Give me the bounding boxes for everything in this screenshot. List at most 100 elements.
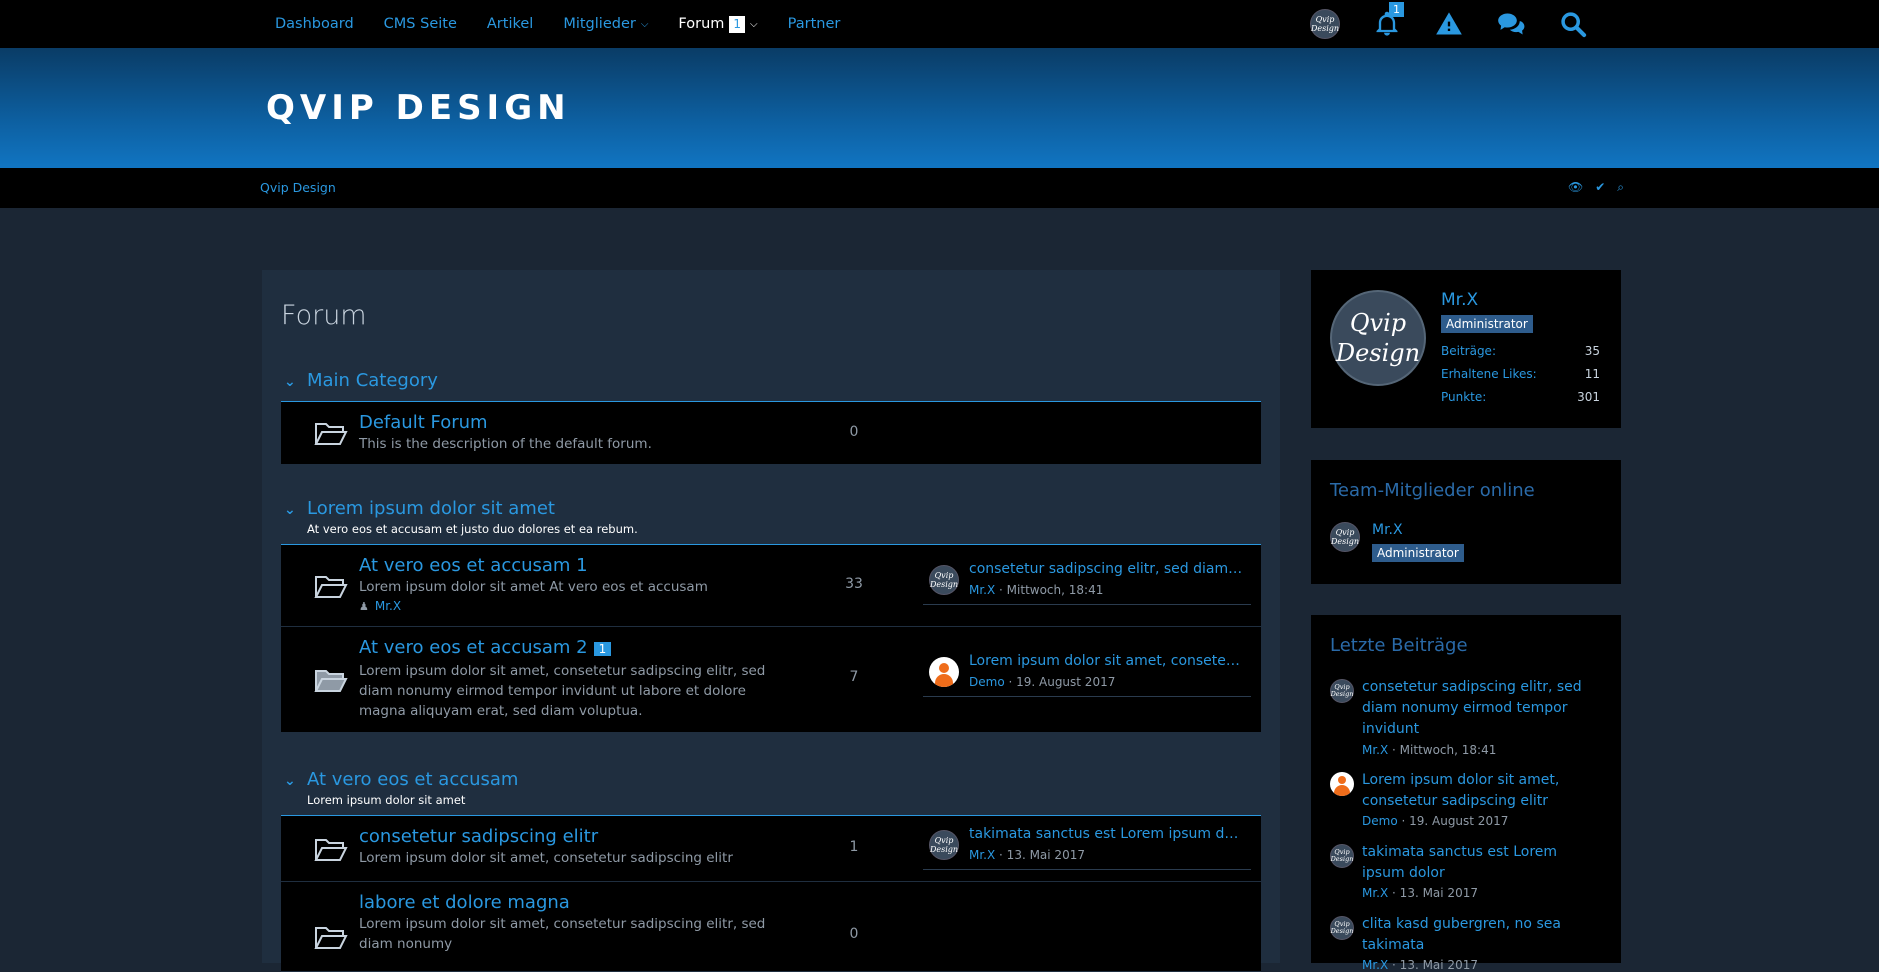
- rss-icon[interactable]: ⌕: [1617, 180, 1624, 195]
- forum-category: ⌄ Lorem ipsum dolor sit amet At vero eos…: [281, 498, 1261, 733]
- category-header[interactable]: ⌄ Main Category: [281, 370, 1261, 398]
- chevron-down-icon[interactable]: ⌄: [284, 374, 296, 390]
- stat-label[interactable]: Beiträge:: [1441, 344, 1496, 358]
- last-post-author[interactable]: Demo: [969, 675, 1005, 689]
- board-description: Lorem ipsum dolor sit amet, consetetur s…: [359, 663, 766, 719]
- nav-dashboard[interactable]: Dashboard: [275, 16, 354, 32]
- category-header[interactable]: ⌄ Lorem ipsum dolor sit amet At vero eos…: [281, 498, 1261, 540]
- last-post-time: · 19. August 2017: [1004, 675, 1116, 689]
- avatar[interactable]: [929, 657, 959, 687]
- avatar[interactable]: Qvip Design: [929, 830, 959, 860]
- avatar[interactable]: Qvip Design: [1330, 916, 1354, 940]
- stat-label[interactable]: Erhaltene Likes:: [1441, 367, 1537, 381]
- nav-label: Artikel: [486, 16, 534, 32]
- stat-value: 35: [1584, 344, 1600, 358]
- post-author[interactable]: Mr.X: [1362, 958, 1388, 972]
- post-meta: Mr.X · 13. Mai 2017: [1362, 886, 1478, 900]
- last-post-author[interactable]: Mr.X: [969, 583, 995, 597]
- warning-icon: [1436, 12, 1462, 35]
- avatar-image: Qvip Design: [1330, 916, 1354, 940]
- search-button[interactable]: [1542, 0, 1604, 48]
- nav-label: Mitglieder: [563, 16, 636, 32]
- category-title[interactable]: Main Category: [307, 370, 438, 391]
- post-title[interactable]: Lorem ipsum dolor sit amet, consetetur s…: [1362, 770, 1602, 812]
- board-description: Lorem ipsum dolor sit amet At vero eos e…: [359, 579, 708, 595]
- category-title[interactable]: At vero eos et accusam: [307, 769, 518, 790]
- last-post-meta: Mr.X · 13. Mai 2017: [969, 848, 1085, 862]
- mark-read-eye-icon[interactable]: 👁: [1568, 180, 1583, 195]
- role-badge: Administrator: [1441, 315, 1533, 333]
- chevron-down-icon[interactable]: ⌄: [284, 502, 296, 518]
- box-title: Team-Mitglieder online: [1330, 480, 1535, 501]
- board-title[interactable]: labore et dolore magna: [359, 892, 570, 913]
- user-profile-box: Qvip Design Mr.X Administrator Beiträge:…: [1311, 270, 1621, 428]
- avatar-image: Qvip Design: [929, 565, 959, 595]
- nav-label: Forum: [678, 16, 725, 32]
- board-topic-count: 0: [849, 926, 859, 942]
- avatar[interactable]: Qvip Design: [1330, 290, 1426, 386]
- notifications-button[interactable]: 1: [1356, 0, 1418, 48]
- post-author[interactable]: Mr.X: [1362, 743, 1388, 757]
- chevron-down-icon: ⌵: [640, 18, 649, 30]
- nav-forum[interactable]: Forum 1 ⌵: [678, 15, 758, 33]
- board-title-wrap: At vero eos et accusam 2 1: [359, 637, 612, 658]
- user-avatar-menu[interactable]: Qvip Design: [1294, 0, 1356, 48]
- last-post-meta: Demo · 19. August 2017: [969, 675, 1115, 689]
- post-time: · 13. Mai 2017: [1388, 958, 1478, 972]
- site-logo[interactable]: QVIP DESIGN: [266, 88, 571, 128]
- last-post-author[interactable]: Mr.X: [969, 848, 995, 862]
- main-content: Forum ⌄ Main Category Default Forum This…: [262, 270, 1280, 972]
- post-author[interactable]: Mr.X: [1362, 886, 1388, 900]
- forum-category: ⌄ At vero eos et accusam Lorem ipsum dol…: [281, 769, 1261, 972]
- board-title[interactable]: Default Forum: [359, 412, 488, 433]
- nav-mitglieder[interactable]: Mitglieder ⌵: [563, 16, 648, 32]
- last-post-title[interactable]: takimata sanctus est Lorem ipsum dolor: [969, 826, 1245, 842]
- moderator-link[interactable]: Mr.X: [375, 599, 401, 613]
- board-title[interactable]: At vero eos et accusam 2: [359, 637, 588, 658]
- search-icon: [1561, 12, 1587, 38]
- post-time: · Mittwoch, 18:41: [1388, 743, 1497, 757]
- category-title[interactable]: Lorem ipsum dolor sit amet: [307, 498, 555, 519]
- nav-artikel[interactable]: Artikel: [487, 16, 533, 32]
- user-panel: Qvip Design 1: [1294, 0, 1604, 48]
- breadcrumb[interactable]: Qvip Design: [260, 180, 336, 195]
- nav-cms-seite[interactable]: CMS Seite: [384, 16, 457, 32]
- site-header-banner: QVIP DESIGN: [0, 48, 1879, 168]
- check-icon[interactable]: ✔: [1595, 180, 1605, 195]
- post-title[interactable]: consetetur sadipscing elitr, sed diam no…: [1362, 677, 1602, 740]
- board-title[interactable]: consetetur sadipscing elitr: [359, 826, 598, 847]
- last-post-title[interactable]: consetetur sadipscing elitr, sed diam no…: [969, 561, 1245, 577]
- avatar[interactable]: Qvip Design: [929, 565, 959, 595]
- avatar[interactable]: Qvip Design: [1330, 522, 1360, 552]
- stat-label[interactable]: Punkte:: [1441, 390, 1486, 404]
- nav-partner[interactable]: Partner: [788, 16, 841, 32]
- avatar[interactable]: Qvip Design: [1330, 679, 1354, 703]
- last-post: Qvip Design consetetur sadipscing elitr,…: [923, 559, 1251, 605]
- chevron-down-icon[interactable]: ⌄: [284, 773, 296, 789]
- conversations-button[interactable]: [1480, 0, 1542, 48]
- post-title[interactable]: clita kasd gubergren, no sea takimata: [1362, 914, 1602, 956]
- board-title[interactable]: At vero eos et accusam 1: [359, 555, 588, 576]
- member-name[interactable]: Mr.X: [1372, 522, 1403, 538]
- recent-posts-box: Letzte Beiträge Qvip Design consetetur s…: [1311, 615, 1621, 972]
- last-post: Lorem ipsum dolor sit amet, consetetur s…: [923, 651, 1251, 697]
- breadcrumb-bar: Qvip Design 👁 ✔ ⌕: [0, 168, 1879, 208]
- post-meta: Mr.X · Mittwoch, 18:41: [1362, 743, 1496, 757]
- chat-bubbles-icon: [1498, 13, 1525, 35]
- post-author[interactable]: Demo: [1362, 814, 1398, 828]
- category-header[interactable]: ⌄ At vero eos et accusam Lorem ipsum dol…: [281, 769, 1261, 811]
- board-row: At vero eos et accusam 2 1 Lorem ipsum do…: [281, 627, 1261, 733]
- avatar[interactable]: [1330, 772, 1354, 796]
- post-title[interactable]: takimata sanctus est Lorem ipsum dolor: [1362, 842, 1602, 884]
- default-avatar-icon: [929, 657, 959, 687]
- moderation-button[interactable]: [1418, 0, 1480, 48]
- avatar-image: Qvip Design: [1330, 679, 1354, 703]
- board-topic-count: 33: [845, 576, 863, 592]
- avatar[interactable]: Qvip Design: [1330, 844, 1354, 868]
- folder-icon: [314, 573, 348, 603]
- box-title: Letzte Beiträge: [1330, 635, 1468, 656]
- folder-open-icon: [314, 667, 348, 697]
- last-post-title[interactable]: Lorem ipsum dolor sit amet, consetetur s…: [969, 653, 1245, 669]
- avatar-image: Qvip Design: [1330, 522, 1360, 552]
- profile-username[interactable]: Mr.X: [1441, 290, 1478, 310]
